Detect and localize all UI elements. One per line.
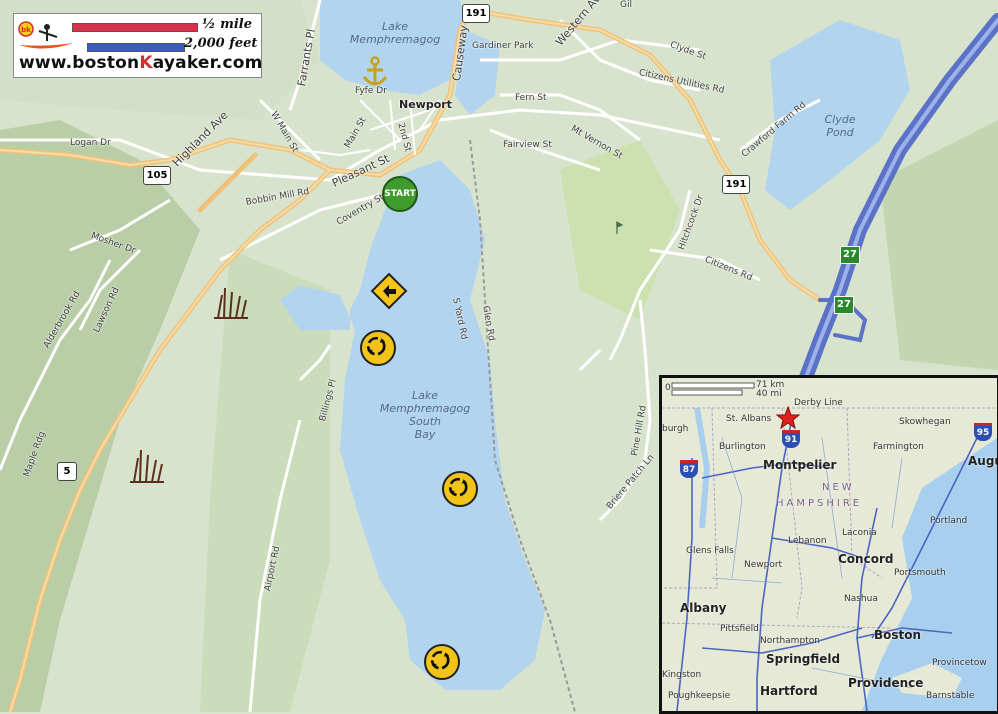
street-label: Gardiner Park: [472, 41, 534, 51]
place-label: St. Albans: [726, 414, 772, 424]
place-label: Poughkeepsie: [668, 691, 731, 701]
street-label: Logan Dr: [70, 138, 111, 148]
place-label: Portsmouth: [894, 568, 946, 578]
place-label: Derby Line: [794, 398, 843, 408]
place-label: Barnstable: [926, 691, 975, 701]
street-label: Fairview St: [503, 140, 552, 150]
inset-scale-zero: 0: [665, 383, 671, 393]
place-label: Springfield: [766, 652, 841, 666]
place-label: Montpelier: [763, 458, 837, 472]
site-url[interactable]: www.bostonKayaker.com: [19, 53, 263, 73]
place-label: Albany: [680, 601, 727, 615]
clyde-pond-label: Clyde Pond: [824, 113, 856, 139]
inset-locator-map[interactable]: 0 71 km 40 mi Derby Line St. Albans Skow…: [659, 375, 998, 714]
place-label: Portland: [930, 516, 968, 526]
scale-label-bottom: 2,000 feet: [184, 36, 258, 51]
place-label: Concord: [838, 552, 894, 566]
interstate-shield-87: 87: [680, 460, 698, 478]
place-label: Lebanon: [788, 536, 827, 546]
place-label: Pittsfield: [720, 624, 759, 634]
feet-bar: [87, 43, 185, 52]
place-label: burgh: [662, 424, 689, 434]
anchor-icon: [362, 56, 388, 86]
lake-label-south-bay: Lake Memphremagog South Bay: [379, 389, 471, 441]
route-shield-105: 105: [143, 166, 171, 185]
place-label: Skowhegan: [899, 417, 951, 427]
place-label: Newport: [744, 560, 783, 570]
interstate-shield-27: 27: [834, 296, 854, 314]
street-label: Fern St: [515, 93, 547, 103]
route-shield-5: 5: [57, 462, 77, 481]
interstate-shield-27: 27: [840, 246, 860, 264]
street-label: Gil: [620, 0, 632, 10]
street-label: Fyfe Dr: [355, 86, 387, 96]
place-label: Farmington: [873, 442, 924, 452]
half-mile-bar: [72, 23, 198, 32]
scale-label-top: ½ mile: [202, 17, 252, 32]
scale-legend: bk ½ mile 2,000 feet www.bostonKayaker.c…: [13, 13, 262, 78]
loop-marker-icon[interactable]: [360, 330, 396, 366]
place-label: Boston: [874, 628, 922, 642]
route-shield-191: 191: [462, 4, 490, 23]
place-label: Augu: [968, 454, 997, 468]
place-label: Laconia: [842, 528, 877, 538]
interstate-shield-95: 95: [974, 423, 992, 441]
logo-text: bk: [21, 26, 31, 34]
lake-label-north: Lake Memphremagog: [349, 20, 441, 46]
kayaker-logo-icon: bk: [18, 21, 73, 49]
start-marker[interactable]: START: [382, 176, 418, 212]
inset-scale-mi: 40 mi: [756, 389, 782, 399]
place-label: Hartford: [760, 684, 818, 698]
loop-marker-icon[interactable]: [442, 471, 478, 507]
state-label: NEW: [822, 482, 855, 493]
route-shield-191: 191: [722, 175, 750, 194]
place-label: Providence: [848, 676, 924, 690]
loop-marker-icon[interactable]: [424, 644, 460, 680]
location-star-icon: [776, 406, 800, 430]
place-label: Provincetow: [932, 658, 987, 668]
state-label: HAMPSHIRE: [776, 498, 863, 509]
town-label: Newport: [399, 98, 452, 111]
place-label: Glens Falls: [686, 546, 734, 556]
turn-left-sign-icon[interactable]: [370, 272, 408, 310]
place-label: Burlington: [719, 442, 766, 452]
place-label: Kingston: [662, 670, 702, 680]
interstate-shield-91: 91: [782, 430, 800, 448]
place-label: Northampton: [760, 636, 820, 646]
place-label: Nashua: [844, 594, 878, 604]
